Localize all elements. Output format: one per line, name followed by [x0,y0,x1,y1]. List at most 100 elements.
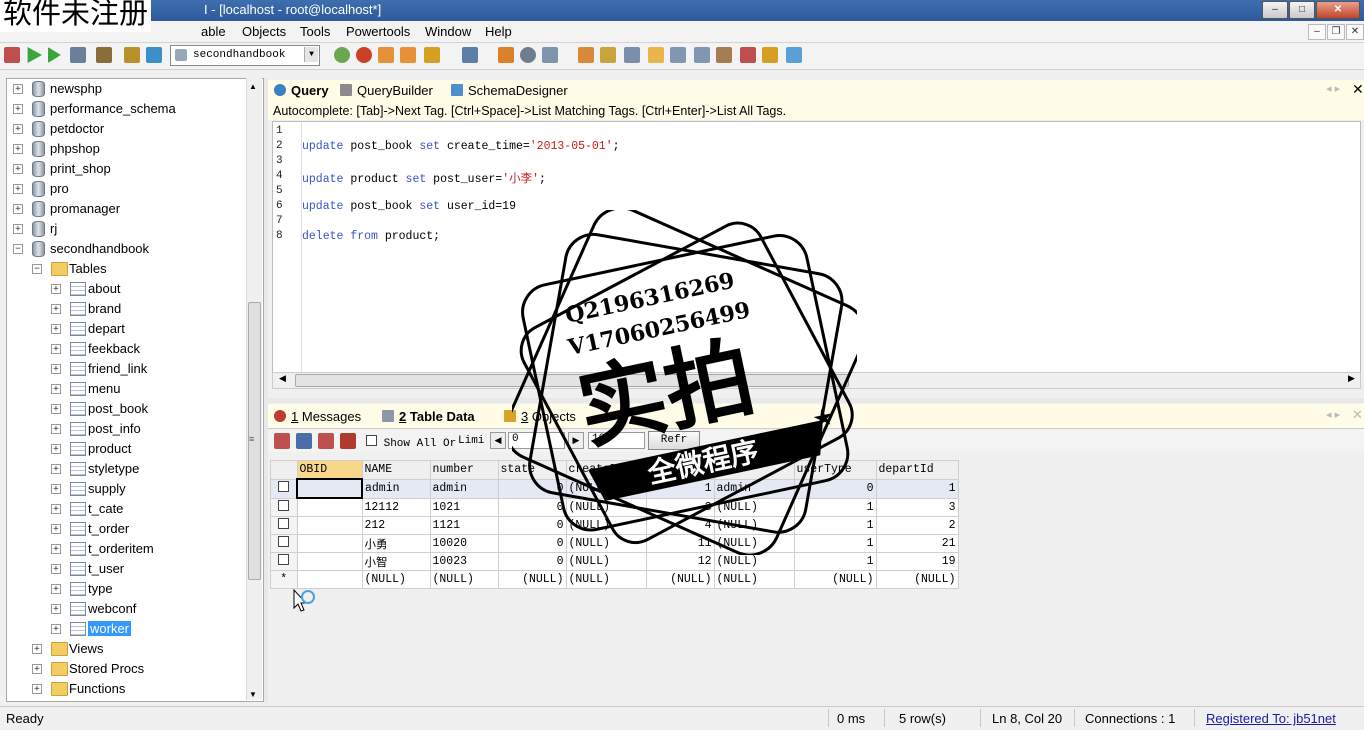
tab-query[interactable]: Query [274,83,329,98]
show-all-checkbox[interactable]: Show All Or [366,435,456,450]
grid-cell[interactable]: 1 [875,478,959,499]
tab-querybuilder[interactable]: QueryBuilder [340,83,433,98]
sql-editor[interactable]: 1 2 3 4 5 6 7 8 update post_book set create_tim… [272,121,1361,374]
expand-icon[interactable]: + [51,484,61,494]
grid-cell[interactable]: 1 [793,534,877,553]
next-page-icon[interactable]: ▶ [568,432,584,449]
new-query-icon[interactable] [124,47,140,63]
grid-cell[interactable]: admin [713,478,795,499]
mdi-minimize-icon[interactable]: – [1308,24,1326,40]
grid-column-header[interactable]: number [429,460,499,480]
row-select-checkbox[interactable] [270,534,298,553]
notification-icon[interactable] [762,47,778,63]
tree-item-db-print_shop[interactable]: + print_shop [7,159,247,179]
grid-cell[interactable] [296,497,363,517]
grid-cell[interactable] [296,516,363,535]
data-sync-icon[interactable] [600,47,616,63]
grid-column-header[interactable] [713,460,795,480]
stop-icon[interactable] [96,47,112,63]
schema-icon[interactable] [498,47,514,63]
grid-cell[interactable]: 12112 [361,497,431,517]
expand-icon[interactable]: + [13,144,23,154]
search-icon[interactable] [520,47,536,63]
tree-item-table-t_orderitem[interactable]: + t_orderitem [7,539,247,559]
expand-icon[interactable]: + [51,564,61,574]
collapse-icon[interactable]: − [32,264,42,274]
editor-hscrollbar[interactable]: ◀ ▶ [272,372,1361,389]
grid-cell[interactable]: admin [429,478,499,499]
grid-cell[interactable]: 1121 [429,516,499,535]
tree-item-db-petdoctor[interactable]: + petdoctor [7,119,247,139]
grid-cell[interactable]: (NULL) [713,516,795,535]
expand-icon[interactable]: + [51,404,61,414]
tree-item-tables-folder[interactable]: − Tables [7,259,247,279]
grid-cell[interactable]: 1021 [429,497,499,517]
schema-designer-icon[interactable] [786,47,802,63]
tree-item-table-worker[interactable]: + worker [7,619,247,639]
tree-item-table-webconf[interactable]: + webconf [7,599,247,619]
menu-help[interactable]: Help [485,24,512,39]
menu-objects[interactable]: Objects [242,24,286,39]
scroll-up-icon[interactable]: ▲ [249,82,257,91]
collapse-icon[interactable]: − [13,244,23,254]
table-row[interactable]: 小智 10023 0 (NULL) 12 (NULL) 1 19 [270,552,959,571]
expand-icon[interactable]: + [51,364,61,374]
menu-table[interactable]: able [201,24,226,39]
copy-db-icon[interactable] [542,47,558,63]
grid-cell[interactable]: 1 [793,552,877,571]
expand-icon[interactable]: + [13,224,23,234]
refresh-icon[interactable] [146,47,162,63]
grid-column-header[interactable]: state [497,460,567,480]
tree-item-table-type[interactable]: + type [7,579,247,599]
table-icon[interactable] [624,47,640,63]
grid-cell[interactable]: 0 [497,516,567,535]
grid-cell[interactable]: 212 [361,516,431,535]
user-manager-icon[interactable] [462,47,478,63]
table-row[interactable]: 212 1121 0 (NULL) 4 (NULL) 1 2 [270,516,959,535]
grid-cell[interactable]: 11 [645,534,715,553]
checkbox-icon[interactable] [278,554,290,565]
grid-cell[interactable]: 1 [793,497,877,517]
expand-icon[interactable]: + [51,284,61,294]
expand-icon[interactable]: + [51,464,61,474]
expand-icon[interactable]: + [51,524,61,534]
grid-cell[interactable]: 1 [793,516,877,535]
grid-cell[interactable]: (NULL) [565,552,647,571]
import-icon[interactable] [424,47,440,63]
execute-all-icon[interactable] [48,47,61,63]
checkbox-icon[interactable] [278,518,290,529]
vertical-splitter[interactable] [264,78,268,703]
tree-item-table-menu[interactable]: + menu [7,379,247,399]
table-row[interactable]: 小勇 10020 0 (NULL) 11 (NULL) 1 21 [270,534,959,553]
save-icon[interactable] [296,433,312,449]
expand-icon[interactable]: + [51,304,61,314]
expand-icon[interactable]: + [13,84,23,94]
object-browser-tree[interactable]: + newsphp + performance_schema + petdoctor + ph… [6,78,264,702]
grid-cell[interactable]: 19 [875,552,959,571]
execute-edit-icon[interactable] [70,47,86,63]
refresh-button[interactable]: Refr [648,431,700,450]
horizontal-splitter[interactable] [268,398,1364,403]
grid-column-header[interactable]: createDt [565,460,647,480]
grid-cell[interactable]: 小智 [361,552,431,571]
grid-cell[interactable]: (NULL) [565,497,647,517]
editor-scroll-thumb[interactable] [295,374,849,387]
grid-cell[interactable]: 0 [793,478,877,499]
mdi-restore-icon[interactable]: ❐ [1327,24,1345,40]
tree-item-table-feekback[interactable]: + feekback [7,339,247,359]
sync-icon[interactable] [578,47,594,63]
expand-icon[interactable]: + [32,644,42,654]
scroll-left-icon[interactable]: ◀ [279,373,286,384]
grid-cell[interactable]: (NULL) [713,552,795,571]
grid-cell[interactable]: (NULL) [713,570,795,589]
row-select-checkbox[interactable] [270,552,298,571]
grid-cell[interactable]: (NULL) [565,570,647,589]
close-tab-icon[interactable]: ✕ [1352,81,1364,98]
tree-item-table-styletype[interactable]: + styletype [7,459,247,479]
menu-tools[interactable]: Tools [300,24,330,39]
tab-messages[interactable]: 1 Messages [274,409,361,424]
expand-icon[interactable]: + [51,344,61,354]
tree-item-db-secondhandbook[interactable]: − secondhandbook [7,239,247,259]
tree-item-table-post_book[interactable]: + post_book [7,399,247,419]
maximize-button[interactable]: □ [1289,1,1315,19]
